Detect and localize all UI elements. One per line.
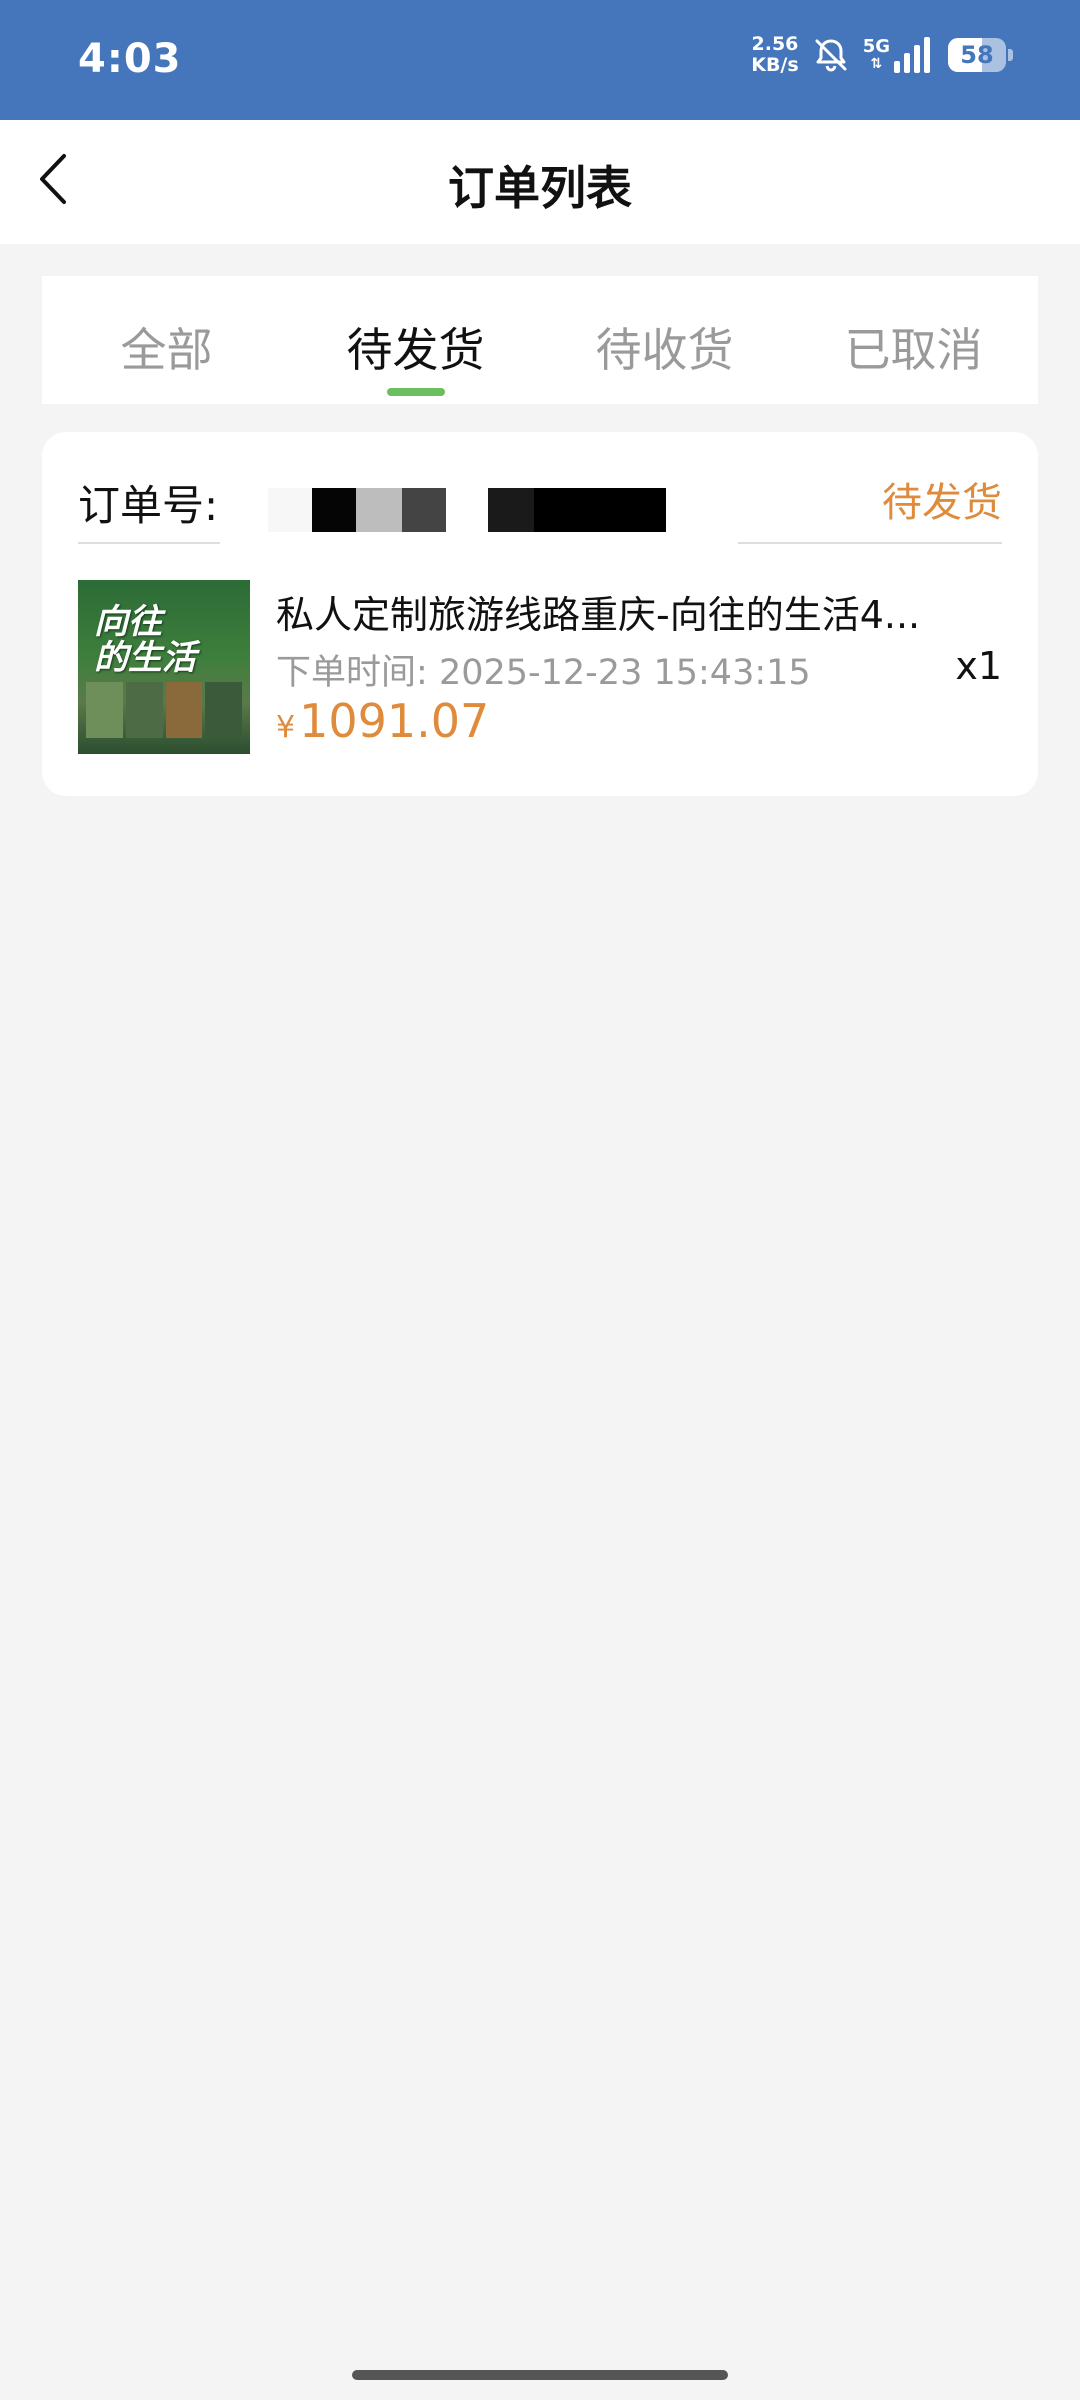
signal-bar [924,37,930,73]
order-time: 下单时间: 2025-12-23 15:43:15 [276,644,811,695]
order-time-value: 2025-12-23 15:43:15 [438,653,811,693]
tab-label: 已取消 [844,323,983,377]
tab-label: 待发货 [346,323,485,377]
divider [738,542,1002,544]
order-status: 待发货 [882,480,1002,526]
tab-active-indicator [386,388,445,396]
quantity: x1 [955,644,1002,688]
nav-header: 订单列表 [0,120,1080,244]
speed-value: 2.56 [751,33,799,55]
order-card[interactable]: 订单号: 待发货 向往 的生活 私人定制旅游线路重庆-向往的生活4... 下单时… [42,432,1038,796]
tab-pending-shipment[interactable]: 待发货 [291,276,540,404]
thumbnail-title: 向往 的生活 [94,602,196,678]
signal-bar [894,61,900,73]
signal-bar [904,53,910,73]
order-tabs: 全部 待发货 待收货 已取消 [42,276,1038,404]
home-indicator[interactable] [352,2370,728,2380]
thumbnail-photos [86,682,242,738]
price: ¥ 1091.07 [276,694,489,748]
tab-cancelled[interactable]: 已取消 [789,276,1038,404]
product-thumbnail[interactable]: 向往 的生活 [78,580,250,754]
signal-icon: 5G ⇅ [863,37,930,73]
status-indicators: 2.56 KB/s 5G ⇅ 58 [751,34,1013,76]
network-label: 5G [862,36,890,57]
status-time: 4:03 [78,36,182,82]
redacted-order-number [268,488,446,532]
currency-symbol: ¥ [276,710,296,745]
order-time-label: 下单时间: [276,653,428,693]
tab-all[interactable]: 全部 [42,276,291,404]
product-name: 私人定制旅游线路重庆-向往的生活4... [276,593,921,637]
status-bar: 4:03 2.56 KB/s 5G ⇅ 58 [0,0,1080,120]
redacted-order-number [488,488,666,532]
price-amount: 1091.07 [299,694,490,748]
battery-icon: 58 [948,38,1013,72]
tab-label: 全部 [120,323,213,377]
signal-bars [894,37,930,73]
signal-bar [914,45,920,73]
order-number-label: 订单号: [78,481,219,530]
network-speed: 2.56 KB/s [751,34,798,76]
speed-unit: KB/s [751,54,799,76]
network-type: 5G ⇅ [862,36,890,73]
battery-level: 58 [960,41,994,69]
tab-pending-receipt[interactable]: 待收货 [540,276,789,404]
tab-label: 待收货 [595,323,734,377]
data-arrows-icon: ⇅ [870,56,883,72]
divider [78,542,220,544]
bell-muted-icon [815,39,847,72]
page-title: 订单列表 [448,161,632,215]
